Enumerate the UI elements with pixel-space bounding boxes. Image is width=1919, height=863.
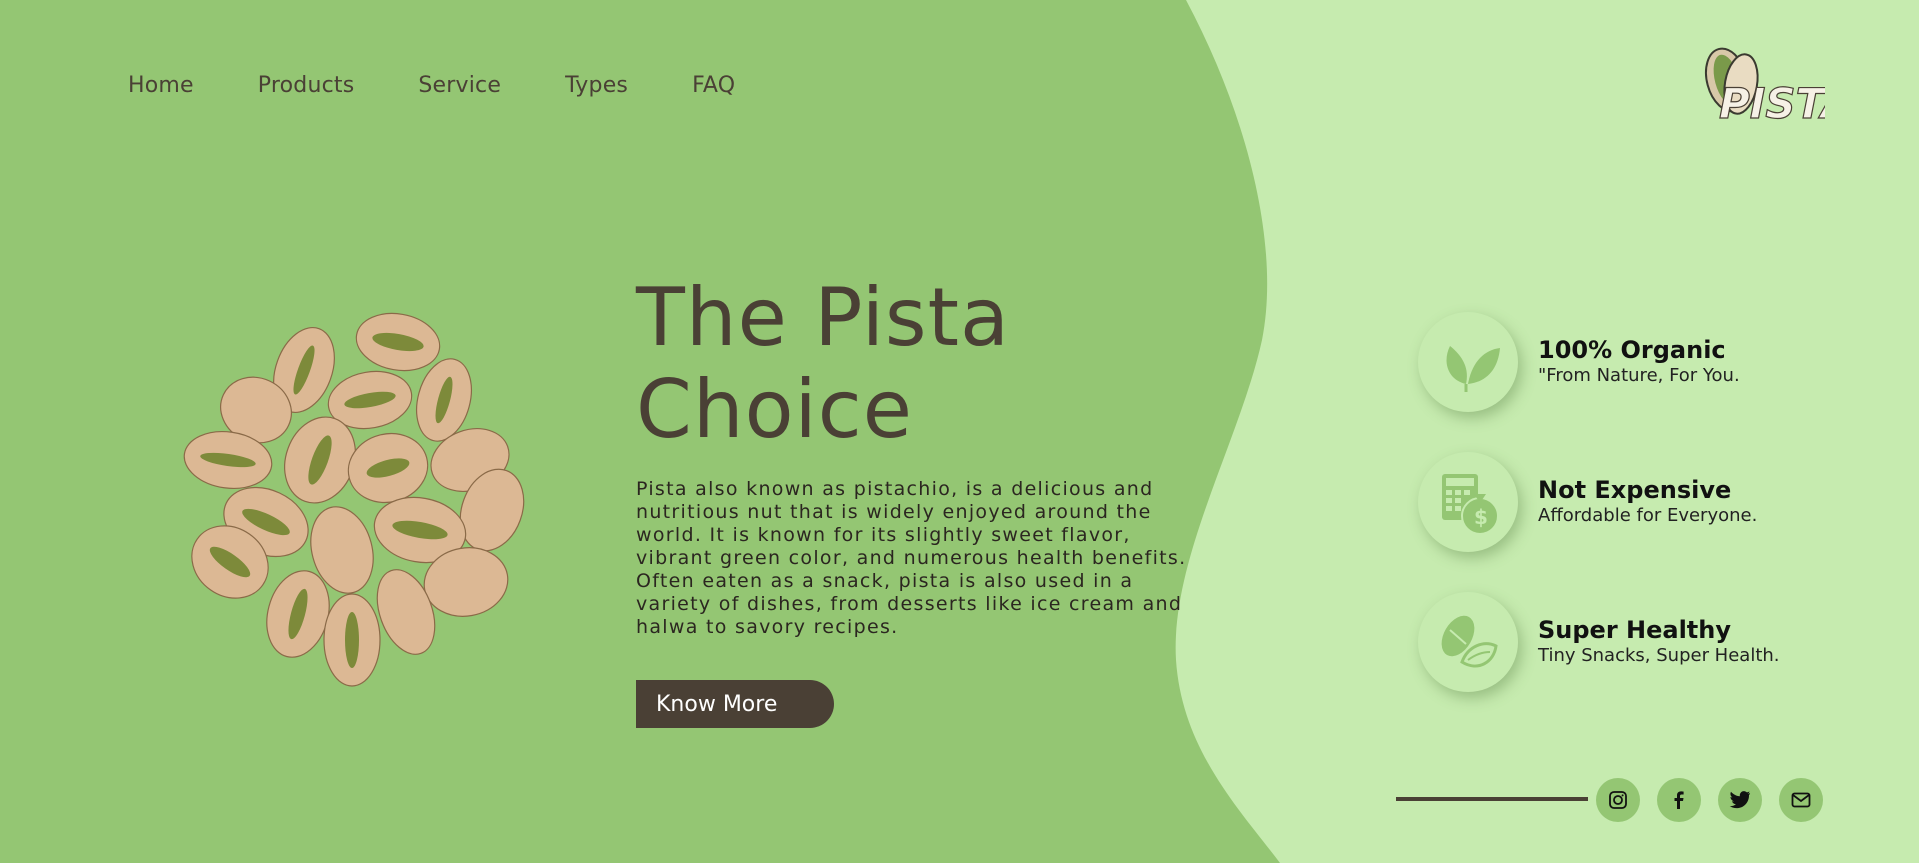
twitter-icon bbox=[1729, 791, 1751, 809]
feature-organic-title: 100% Organic bbox=[1538, 336, 1726, 364]
logo-text: PISTA bbox=[1719, 79, 1825, 128]
mail-button[interactable] bbox=[1779, 778, 1823, 822]
feature-expensive-title: Not Expensive bbox=[1538, 476, 1732, 504]
hero-description: Pista also known as pistachio, is a deli… bbox=[636, 478, 1187, 638]
main-nav: Home Products Service Types FAQ bbox=[128, 72, 735, 100]
nav-products[interactable]: Products bbox=[258, 72, 355, 100]
facebook-button[interactable] bbox=[1657, 778, 1701, 822]
leaf-icon bbox=[1418, 312, 1518, 412]
know-more-button[interactable]: Know More bbox=[636, 680, 834, 728]
pistachio-image bbox=[183, 312, 525, 687]
instagram-button[interactable] bbox=[1596, 778, 1640, 822]
svg-text:$: $ bbox=[1474, 505, 1488, 529]
nav-faq[interactable]: FAQ bbox=[692, 72, 735, 100]
feature-healthy-title: Super Healthy bbox=[1538, 616, 1732, 644]
nav-home[interactable]: Home bbox=[128, 72, 194, 100]
nav-service[interactable]: Service bbox=[418, 72, 501, 100]
feature-healthy: Super Healthy Tiny Snacks, Super Health. bbox=[1418, 592, 1780, 692]
pista-logo[interactable]: PISTA bbox=[1697, 40, 1825, 130]
facebook-icon bbox=[1674, 791, 1684, 809]
mail-icon bbox=[1791, 792, 1811, 808]
social-divider bbox=[1396, 797, 1588, 801]
feature-organic-subtitle: "From Nature, For You. bbox=[1538, 365, 1740, 386]
instagram-icon bbox=[1609, 791, 1627, 809]
twitter-button[interactable] bbox=[1718, 778, 1762, 822]
hero-section: The Pista Choice Pista also known as pis… bbox=[636, 272, 1196, 639]
money-bag-icon: $ bbox=[1418, 452, 1518, 552]
features-list: 100% Organic "From Nature, For You. $ No… bbox=[1418, 312, 1780, 732]
nav-types[interactable]: Types bbox=[565, 72, 628, 100]
hero-title-line1: The Pista bbox=[636, 271, 1010, 364]
feature-expensive: $ Not Expensive Affordable for Everyone. bbox=[1418, 452, 1780, 552]
feature-expensive-subtitle: Affordable for Everyone. bbox=[1538, 505, 1758, 526]
pistachio-icon bbox=[1418, 592, 1518, 692]
hero-title: The Pista Choice bbox=[636, 272, 1196, 456]
feature-organic: 100% Organic "From Nature, For You. bbox=[1418, 312, 1780, 412]
feature-healthy-subtitle: Tiny Snacks, Super Health. bbox=[1538, 645, 1780, 666]
hero-title-line2: Choice bbox=[636, 363, 913, 456]
